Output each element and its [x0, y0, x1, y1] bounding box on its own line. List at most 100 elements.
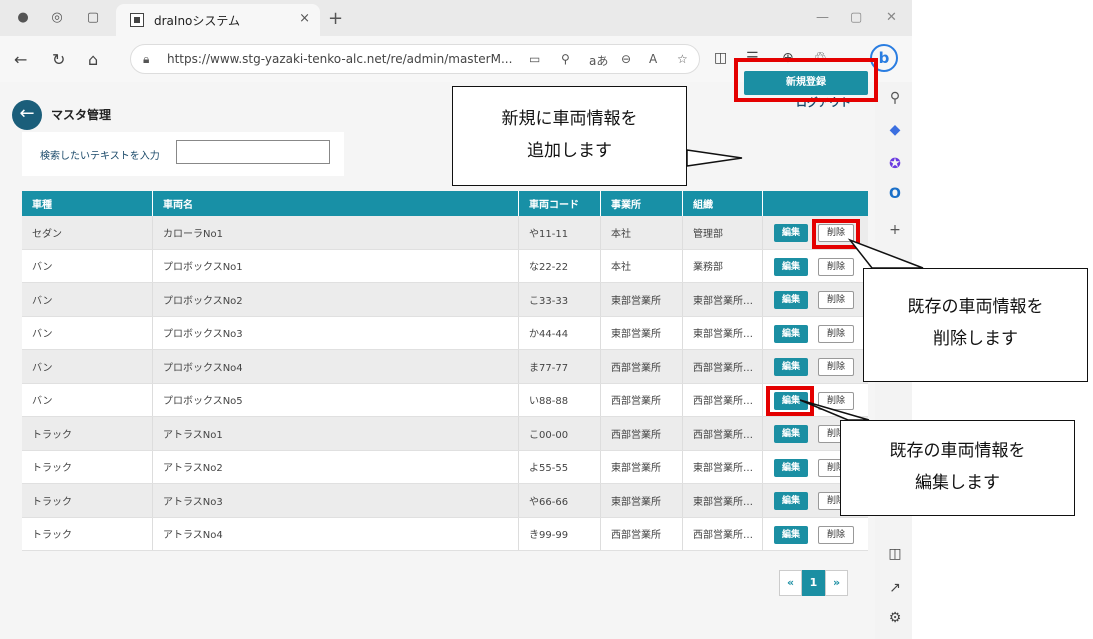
- home-icon[interactable]: ⌂: [88, 50, 98, 69]
- cell-organization: 東部営業所…: [683, 316, 763, 349]
- table-row: バン プロボックスNo4 ま77-77 西部営業所 西部営業所… 編集 削除: [22, 350, 868, 384]
- edit-button[interactable]: 編集: [774, 224, 808, 242]
- cell-office: 東部営業所: [601, 484, 683, 517]
- delete-button-highlight: [812, 219, 860, 249]
- edit-button-highlight: [766, 386, 814, 416]
- edit-button[interactable]: 編集: [774, 425, 808, 443]
- tab-title: draInoシステム: [154, 14, 241, 28]
- cell-vehicle-name: プロボックスNo2: [153, 283, 519, 316]
- callout-delete-line1: 既存の車両情報を: [907, 297, 1044, 317]
- workspaces-icon[interactable]: ◎: [48, 10, 66, 26]
- table-row: バン プロボックスNo5 い88-88 西部営業所 西部営業所… 編集 削除: [22, 383, 868, 417]
- outlook-icon[interactable]: O: [887, 186, 903, 202]
- add-sidebar-icon[interactable]: +: [887, 222, 903, 238]
- close-window-icon[interactable]: ✕: [886, 10, 897, 25]
- search-input[interactable]: [176, 140, 330, 164]
- zoom-text-icon[interactable]: aあ: [589, 52, 608, 69]
- pager-prev[interactable]: «: [779, 570, 802, 596]
- back-arrow-button[interactable]: ←: [12, 100, 42, 130]
- cell-vehicle-code: ま77-77: [519, 350, 601, 383]
- favorite-star-icon[interactable]: ☆: [677, 52, 688, 66]
- new-register-button[interactable]: 新規登録: [744, 71, 868, 95]
- callout-edit-line2: 編集します: [915, 473, 1000, 493]
- page-content: ← マスタ管理 ログアウト 検索したいテキストを入力 車種 車両名 車両コード …: [0, 82, 875, 639]
- cell-vehicle-name: カローラNo1: [153, 216, 519, 249]
- edit-button[interactable]: 編集: [774, 492, 808, 510]
- cell-office: 東部営業所: [601, 316, 683, 349]
- key-icon[interactable]: ⚲: [561, 52, 570, 66]
- edit-button[interactable]: 編集: [774, 324, 808, 343]
- header-vehicle-name: 車両名: [153, 191, 519, 216]
- edit-button[interactable]: 編集: [774, 458, 808, 477]
- table-body: セダン カローラNo1 や11-11 本社 管理部 編集 削除 バン プロボックスNo1 な22-…: [22, 216, 868, 551]
- cell-organization: 西部営業所…: [683, 383, 763, 416]
- edit-button[interactable]: 編集: [774, 525, 808, 544]
- tab-actions-icon[interactable]: ▢: [84, 10, 102, 26]
- search-label: 検索したいテキストを入力: [40, 151, 160, 162]
- cell-vehicle-name: プロボックスNo4: [153, 350, 519, 383]
- cell-vehicle-code: や11-11: [519, 216, 601, 249]
- split-screen-icon[interactable]: ◫: [714, 50, 727, 66]
- cell-organization: 東部営業所…: [683, 450, 763, 483]
- tab-close-icon[interactable]: ×: [299, 11, 310, 26]
- cell-organization: 業務部: [683, 249, 763, 282]
- settings-gear-icon[interactable]: ⚙: [887, 610, 903, 626]
- back-icon[interactable]: ←: [14, 50, 27, 69]
- tools-icon[interactable]: ✪: [887, 156, 903, 172]
- url-text[interactable]: https://www.stg-yazaki-tenko-alc.net/re/…: [167, 52, 512, 66]
- cell-office: 西部営業所: [601, 383, 683, 416]
- callout-add-line2: 追加します: [527, 141, 612, 161]
- header-actions: [763, 191, 868, 216]
- cell-vehicle-type: トラック: [22, 484, 153, 517]
- edit-button[interactable]: 編集: [774, 257, 808, 276]
- delete-button[interactable]: 削除: [818, 324, 854, 343]
- cell-office: 本社: [601, 249, 683, 282]
- new-tab-icon[interactable]: +: [328, 8, 343, 29]
- browser-tab[interactable]: draInoシステム ×: [116, 4, 320, 36]
- table-row: トラック アトラスNo2 よ55-55 東部営業所 東部営業所… 編集 削除: [22, 450, 868, 484]
- delete-button[interactable]: 削除: [818, 391, 854, 410]
- edit-button[interactable]: 編集: [774, 291, 808, 309]
- edit-button[interactable]: 編集: [774, 358, 808, 376]
- table-row: セダン カローラNo1 や11-11 本社 管理部 編集 削除: [22, 216, 868, 250]
- address-bar[interactable]: 🔒︎ https://www.stg-yazaki-tenko-alc.net/…: [130, 44, 700, 74]
- delete-button[interactable]: 削除: [818, 358, 854, 376]
- read-aloud-icon[interactable]: A: [649, 52, 657, 66]
- cell-office: 西部営業所: [601, 417, 683, 450]
- minimize-icon[interactable]: —: [816, 10, 829, 25]
- cell-vehicle-type: バン: [22, 350, 153, 383]
- header-organization: 組織: [683, 191, 763, 216]
- app-available-icon[interactable]: ▭: [529, 52, 540, 66]
- delete-button[interactable]: 削除: [818, 525, 854, 544]
- search-panel: 検索したいテキストを入力: [22, 132, 344, 176]
- search-icon[interactable]: ⚲: [887, 90, 903, 106]
- pager-page-1[interactable]: 1: [802, 570, 825, 596]
- delete-button[interactable]: 削除: [818, 291, 854, 309]
- cell-vehicle-name: アトラスNo4: [153, 517, 519, 550]
- cell-vehicle-type: トラック: [22, 417, 153, 450]
- cell-office: 本社: [601, 216, 683, 249]
- table-header: 車種 車両名 車両コード 事業所 組織: [22, 191, 868, 216]
- sidebar-toggle-icon[interactable]: ◫: [887, 546, 903, 562]
- table-row: トラック アトラスNo3 や66-66 東部営業所 東部営業所… 編集 削除: [22, 484, 868, 518]
- zoom-icon[interactable]: ⊖: [621, 52, 631, 66]
- refresh-icon[interactable]: ↻: [52, 50, 65, 69]
- cell-organization: 西部営業所…: [683, 517, 763, 550]
- table-row: バン プロボックスNo1 な22-22 本社 業務部 編集 削除: [22, 249, 868, 283]
- delete-button[interactable]: 削除: [818, 257, 854, 276]
- callout-add: 新規に車両情報を 追加します: [452, 86, 687, 186]
- external-link-icon[interactable]: ↗: [887, 580, 903, 596]
- maximize-icon[interactable]: ▢: [850, 10, 862, 25]
- cell-vehicle-code: き99-99: [519, 517, 601, 550]
- callout-delete: 既存の車両情報を 削除します: [863, 268, 1088, 382]
- shopping-tag-icon[interactable]: ◆: [887, 122, 903, 138]
- cell-office: 東部営業所: [601, 283, 683, 316]
- profile-icon[interactable]: ●: [14, 10, 32, 26]
- cell-vehicle-type: トラック: [22, 517, 153, 550]
- pager-next[interactable]: »: [825, 570, 848, 596]
- lock-icon[interactable]: 🔒︎: [143, 52, 149, 67]
- table-row: トラック アトラスNo4 き99-99 西部営業所 西部営業所… 編集 削除: [22, 517, 868, 551]
- cell-vehicle-code: こ33-33: [519, 283, 601, 316]
- cell-organization: 西部営業所…: [683, 417, 763, 450]
- callout-add-line1: 新規に車両情報を: [501, 109, 638, 129]
